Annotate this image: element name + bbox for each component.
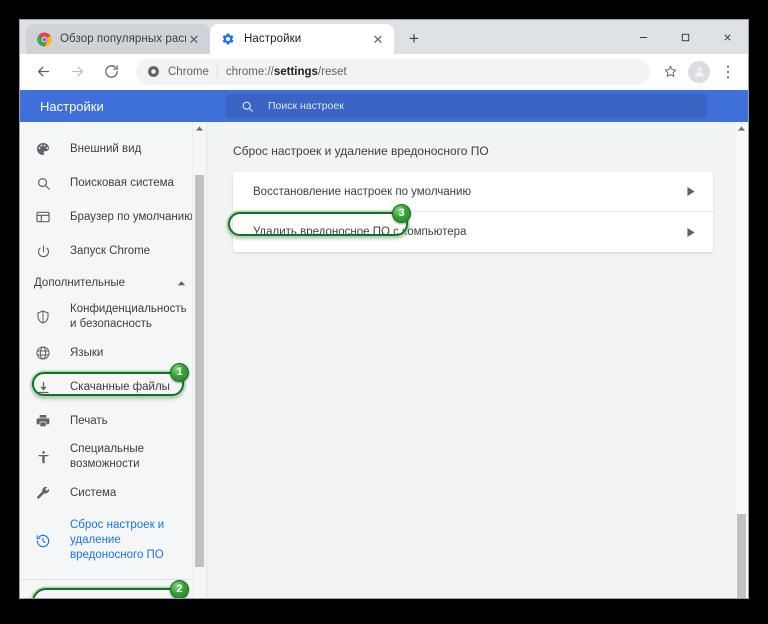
maximize-button[interactable] [664, 22, 706, 52]
chevron-right-icon [687, 227, 695, 237]
search-input[interactable]: Поиск настроек [226, 94, 707, 118]
sidebar-item-label: Система [70, 486, 117, 499]
download-icon [34, 378, 52, 396]
scroll-up-arrow-icon[interactable] [193, 122, 206, 135]
back-icon[interactable] [29, 58, 57, 86]
settings-main-content: Сброс настроек и удаление вредоносного П… [207, 122, 748, 598]
sidebar-item-label: Печать [70, 414, 108, 427]
shield-icon [34, 308, 52, 326]
address-bar[interactable]: Chrome | chrome://settings/reset [136, 58, 650, 85]
sidebar-item-label: Поисковая система [70, 176, 174, 189]
tab-strip: Обзор популярных расширени ✕ Настройки ✕… [20, 20, 748, 54]
annotation-badge-1: 1 [170, 363, 189, 382]
settings-gear-icon [220, 31, 236, 47]
sidebar-advanced-label: Дополнительные [34, 276, 126, 289]
main-scrollbar[interactable] [734, 122, 748, 598]
search-icon [240, 99, 254, 113]
annotation-badge-2: 2 [170, 580, 189, 598]
url-bold-part: settings [273, 65, 318, 78]
sidebar-item-accessibility[interactable]: Специальные возможности [20, 438, 206, 476]
sidebar-item-label: Сброс настроек и удаление вредоносного П… [70, 519, 165, 561]
sidebar-item-label: Внешний вид [70, 142, 142, 155]
search-icon [34, 174, 52, 192]
close-icon[interactable]: ✕ [370, 31, 386, 47]
page-title: Настройки [40, 98, 104, 114]
browser-window-icon [34, 208, 52, 226]
main-scrollbar-thumb[interactable] [737, 514, 746, 598]
sidebar-item-label: Браузер по умолчанию [70, 210, 193, 223]
close-icon[interactable]: ✕ [186, 31, 202, 47]
sidebar-scrollbar-thumb[interactable] [195, 175, 204, 567]
browser-window: Обзор популярных расширени ✕ Настройки ✕… [20, 20, 748, 598]
chevron-up-icon [177, 280, 186, 286]
annotation-badge-3: 3 [392, 204, 411, 223]
search-placeholder: Поиск настроек [268, 100, 344, 112]
sidebar-item-label: Скачанные файлы [70, 380, 170, 393]
chrome-menu-icon[interactable]: ⋮ [715, 59, 741, 85]
sidebar-item-search-engine[interactable]: Поисковая система [20, 166, 206, 200]
close-button[interactable] [706, 22, 748, 52]
sidebar-item-default-browser[interactable]: Браузер по умолчанию [20, 200, 206, 234]
wrench-icon [34, 484, 52, 502]
restore-clock-icon [34, 532, 52, 550]
tab-settings[interactable]: Настройки ✕ [210, 24, 394, 54]
sidebar-item-label: Специальные возможности [70, 443, 145, 470]
row-label: Удалить вредоносное ПО с компьютера [253, 226, 467, 238]
url-prefix: chrome:// [225, 65, 274, 78]
sidebar-item-startup[interactable]: Запуск Chrome [20, 234, 206, 268]
omnibox-separator: | [215, 65, 219, 78]
sidebar-scrollbar[interactable] [192, 122, 206, 598]
sidebar-advanced-toggle[interactable]: Дополнительные [20, 268, 206, 298]
sidebar-item-label: Языки [70, 346, 104, 359]
settings-body: Внешний вид Поисковая система Браузер по… [20, 122, 748, 598]
row-restore-defaults[interactable]: Восстановление настроек по умолчанию [233, 172, 713, 212]
tab-extensions-overview[interactable]: Обзор популярных расширени ✕ [26, 24, 210, 54]
globe-icon [34, 344, 52, 362]
window-controls [622, 20, 748, 54]
chevron-right-icon [687, 187, 695, 196]
bookmark-star-icon[interactable] [657, 59, 683, 85]
browser-toolbar: Chrome | chrome://settings/reset ⋮ [20, 54, 748, 90]
settings-sidebar: Внешний вид Поисковая система Браузер по… [20, 122, 207, 598]
accessibility-icon [34, 448, 52, 466]
sidebar-item-label: Конфиденциальность и безопасность [70, 303, 187, 330]
new-tab-button[interactable]: + [400, 25, 428, 53]
tab-title: Настройки [244, 33, 302, 45]
sidebar-item-printing[interactable]: Печать [20, 404, 206, 438]
power-icon [34, 242, 52, 260]
sidebar-scroll-area: Внешний вид Поисковая система Браузер по… [20, 122, 206, 598]
sidebar-item-reset-cleanup[interactable]: Сброс настроек и удаление вредоносного П… [20, 510, 206, 571]
settings-header: Настройки Поиск настроек [20, 90, 748, 122]
palette-icon [34, 140, 52, 158]
sidebar-item-privacy[interactable]: Конфиденциальность и безопасность [20, 298, 206, 336]
omnibox-url: chrome://settings/reset [226, 66, 347, 78]
forward-icon[interactable] [63, 58, 91, 86]
sidebar-item-appearance[interactable]: Внешний вид [20, 132, 206, 166]
chrome-logo-icon [36, 31, 52, 47]
sidebar-item-label: Запуск Chrome [70, 244, 151, 257]
settings-card: Восстановление настроек по умолчанию Уда… [233, 172, 713, 252]
sidebar-item-label: Расширения [34, 597, 101, 599]
section-title: Сброс настроек и удаление вредоносного П… [233, 144, 489, 158]
tab-title: Обзор популярных расширени [60, 33, 186, 45]
sidebar-item-system[interactable]: Система [20, 476, 206, 510]
reload-icon[interactable] [97, 58, 125, 86]
url-suffix: /reset [317, 65, 347, 78]
omnibox-scheme-label: Chrome [168, 65, 209, 78]
row-label: Восстановление настроек по умолчанию [253, 185, 472, 198]
avatar[interactable] [688, 60, 710, 83]
scroll-up-arrow-icon[interactable] [735, 122, 748, 135]
shield-chrome-icon [146, 65, 160, 79]
printer-icon [34, 412, 52, 430]
row-clean-computer[interactable]: Удалить вредоносное ПО с компьютера [233, 212, 713, 252]
reset-settings-section: Сброс настроек и удаление вредоносного П… [207, 122, 748, 252]
minimize-button[interactable] [622, 22, 664, 52]
